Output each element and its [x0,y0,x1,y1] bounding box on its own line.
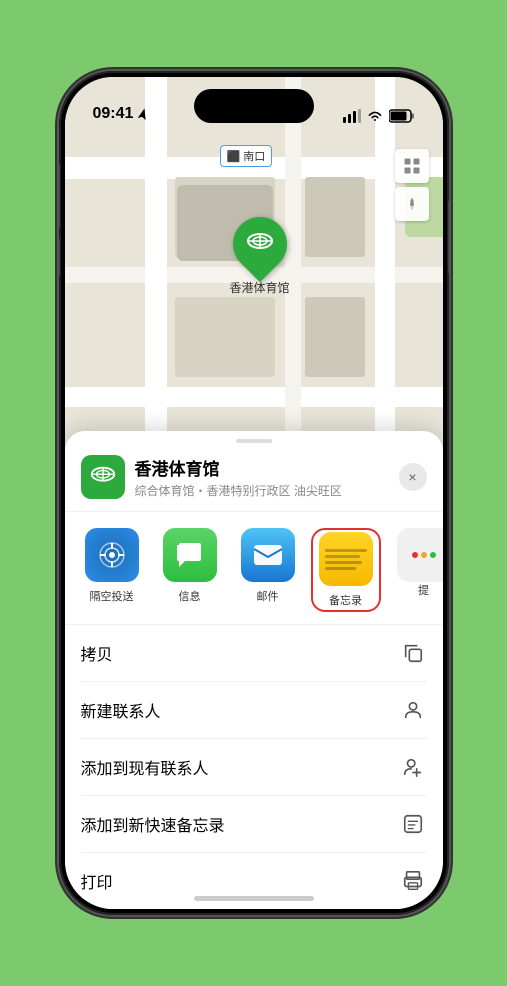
mail-app-item[interactable]: 邮件 [233,528,303,604]
stadium-icon [245,229,275,259]
map-type-button[interactable] [395,149,429,183]
copy-symbol [402,642,424,664]
status-icons [343,109,415,123]
new-contact-icon [399,696,427,724]
venue-icon [81,455,125,499]
phone-screen: 09:41 [65,77,443,909]
power-button[interactable] [448,201,449,273]
notes-lines-decoration [319,541,373,578]
messages-icon [163,528,217,582]
airdrop-icon [85,528,139,582]
pin-marker [221,206,297,282]
notes-app-item[interactable]: 备忘录 [311,528,381,612]
map-controls[interactable] [395,149,429,225]
more-apps-item[interactable]: 提 [389,528,443,598]
home-indicator [194,896,314,901]
phone-frame: 09:41 [59,71,449,915]
messages-app-item[interactable]: 信息 [155,528,225,604]
battery-icon [389,109,415,123]
quick-note-label: 添加到新快速备忘录 [81,812,225,836]
venue-header: 香港体育馆 综合体育馆・香港特别行政区 油尖旺区 × [65,443,443,512]
print-label: 打印 [81,869,113,893]
mail-label: 邮件 [257,588,279,604]
airdrop-app-item[interactable]: 隔空投送 [77,528,147,604]
more-apps-icon [397,528,443,582]
add-contact-label: 添加到现有联系人 [81,755,209,779]
location-pin[interactable]: 香港体育馆 [230,217,290,296]
notes-icon [319,532,373,586]
dots-row [412,552,436,558]
action-row-quick-note[interactable]: 添加到新快速备忘录 [81,796,427,853]
map-type-icon [403,157,421,175]
person-symbol [402,699,424,721]
copy-label: 拷贝 [81,641,113,665]
venue-stadium-icon [89,463,117,491]
messages-bubble-icon [175,541,205,569]
action-row-add-contact[interactable]: 添加到现有联系人 [81,739,427,796]
venue-info: 香港体育馆 综合体育馆・香港特别行政区 油尖旺区 [135,455,399,499]
airdrop-symbol [97,540,127,570]
quick-note-icon [399,810,427,838]
close-button[interactable]: × [399,463,427,491]
action-rows: 拷贝 新建联系人 [65,625,443,909]
action-row-copy[interactable]: 拷贝 [81,625,427,682]
memo-symbol [402,813,424,835]
location-arrow-icon [136,107,150,121]
messages-label: 信息 [179,588,201,604]
silent-switch[interactable] [59,165,60,193]
map-label: ⬛南口 [220,145,273,167]
volume-up-button[interactable] [59,191,60,227]
bottom-sheet: 香港体育馆 综合体育馆・香港特别行政区 油尖旺区 × [65,431,443,909]
venue-description: 综合体育馆・香港特别行政区 油尖旺区 [135,482,399,499]
dynamic-island [194,89,314,123]
print-icon [399,867,427,895]
venue-pin-icon [242,226,278,262]
share-apps-row: 隔空投送 信息 [65,512,443,625]
more-apps-label: 提 [418,582,429,598]
mail-icon [241,528,295,582]
mail-envelope-icon [252,543,284,567]
person-add-symbol [402,756,424,778]
wifi-icon [367,109,383,123]
venue-name: 香港体育馆 [135,455,399,480]
print-symbol [402,870,424,892]
volume-down-button[interactable] [59,239,60,275]
notes-label: 备忘录 [329,592,362,608]
time-display: 09:41 [93,105,134,123]
new-contact-label: 新建联系人 [81,698,161,722]
location-button[interactable] [395,187,429,221]
action-row-new-contact[interactable]: 新建联系人 [81,682,427,739]
copy-icon [399,639,427,667]
signal-icon [343,109,361,123]
add-contact-icon [399,753,427,781]
compass-icon [404,196,420,212]
status-time: 09:41 [93,105,151,123]
airdrop-label: 隔空投送 [90,588,134,604]
